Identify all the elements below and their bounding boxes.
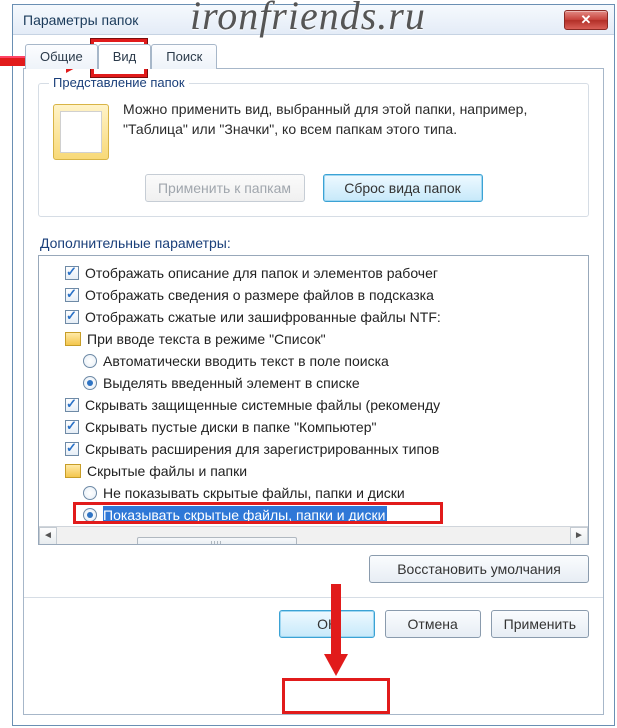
option-show-ntfs[interactable]: Отображать сжатые или зашифрованные файл… — [47, 306, 584, 328]
group-description: Можно применить вид, выбранный для этой … — [123, 100, 574, 160]
tab-search[interactable]: Поиск — [151, 44, 217, 69]
radio-icon[interactable] — [83, 376, 97, 390]
reset-folders-button[interactable]: Сброс вида папок — [323, 174, 483, 202]
folder-views-group: Представление папок Можно применить вид,… — [38, 83, 589, 217]
group-title: Представление папок — [49, 75, 189, 90]
tab-view[interactable]: Вид — [98, 44, 152, 69]
scroll-left-button[interactable]: ◄ — [39, 527, 57, 545]
option-dont-show-hidden[interactable]: Не показывать скрытые файлы, папки и дис… — [47, 482, 584, 504]
checkbox-icon[interactable] — [65, 420, 79, 434]
ok-button[interactable]: ОК — [279, 610, 375, 638]
restore-defaults-button[interactable]: Восстановить умолчания — [369, 555, 589, 583]
group-hidden-files: Скрытые файлы и папки — [47, 460, 584, 482]
option-show-size-info[interactable]: Отображать сведения о размере файлов в п… — [47, 284, 584, 306]
tab-general[interactable]: Общие — [25, 44, 98, 69]
option-hide-protected[interactable]: Скрывать защищенные системные файлы (рек… — [47, 394, 584, 416]
option-auto-type-search[interactable]: Автоматически вводить текст в поле поиск… — [47, 350, 584, 372]
scroll-thumb[interactable] — [137, 537, 297, 546]
option-select-typed-item[interactable]: Выделять введенный элемент в списке — [47, 372, 584, 394]
checkbox-icon[interactable] — [65, 398, 79, 412]
group-list-typing: При вводе текста в режиме "Список" — [47, 328, 584, 350]
checkbox-icon[interactable] — [65, 442, 79, 456]
advanced-settings-label: Дополнительные параметры: — [40, 235, 589, 251]
option-hide-extensions[interactable]: Скрывать расширения для зарегистрированн… — [47, 438, 584, 460]
folder-icon — [65, 332, 81, 346]
radio-icon[interactable] — [83, 486, 97, 500]
horizontal-scrollbar[interactable]: ◄ ► — [39, 526, 588, 544]
window-title: Параметры папок — [23, 12, 564, 28]
folder-icon — [53, 104, 109, 160]
client-area: Общие Вид Поиск Представление папок Можн… — [13, 35, 614, 725]
radio-icon[interactable] — [83, 508, 97, 522]
close-icon: ✕ — [581, 12, 592, 28]
cancel-button[interactable]: Отмена — [385, 610, 481, 638]
option-show-hidden[interactable]: Показывать скрытые файлы, папки и диски — [47, 504, 584, 526]
tab-strip: Общие Вид Поиск — [25, 43, 604, 68]
option-show-descriptions[interactable]: Отображать описание для папок и элементо… — [47, 262, 584, 284]
checkbox-icon[interactable] — [65, 266, 79, 280]
checkbox-icon[interactable] — [65, 288, 79, 302]
checkbox-icon[interactable] — [65, 310, 79, 324]
apply-button[interactable]: Применить — [491, 610, 589, 638]
radio-icon[interactable] — [83, 354, 97, 368]
titlebar: Параметры папок ✕ — [13, 5, 614, 35]
option-hide-empty-drives[interactable]: Скрывать пустые диски в папке "Компьютер… — [47, 416, 584, 438]
scroll-right-button[interactable]: ► — [570, 527, 588, 545]
folder-icon — [65, 464, 81, 478]
advanced-settings-tree: Отображать описание для папок и элементо… — [38, 255, 589, 545]
apply-to-folders-button: Применить к папкам — [145, 174, 305, 202]
folder-options-dialog: Параметры папок ✕ Общие Вид Поиск Предст… — [12, 4, 615, 726]
close-button[interactable]: ✕ — [564, 10, 608, 30]
tab-panel-view: Представление папок Можно применить вид,… — [23, 68, 604, 715]
